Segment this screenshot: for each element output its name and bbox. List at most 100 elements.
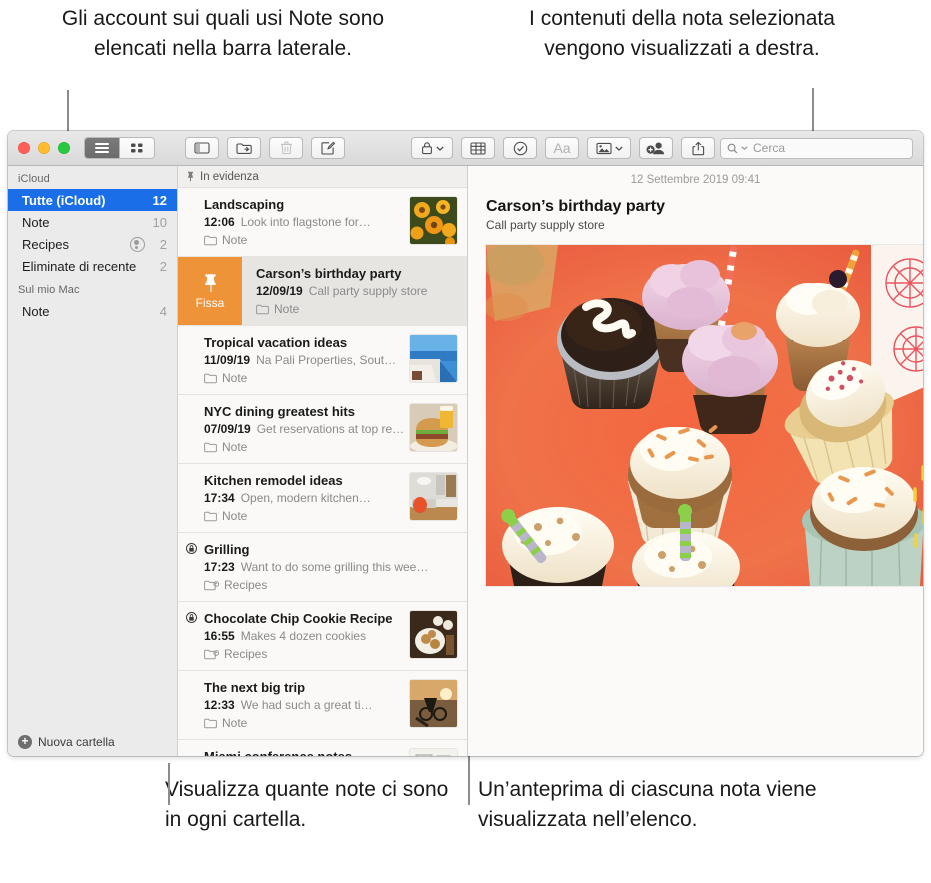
note-item-text: NYC dining greatest hits 07/09/19 Get rese… <box>204 404 410 454</box>
note-item-text: Tropical vacation ideas 11/09/19 Na Pali P… <box>204 335 410 385</box>
zoom-button[interactable] <box>58 142 70 154</box>
note-list-item[interactable]: Grilling 17:23 Want to do some grilling th… <box>178 533 467 602</box>
note-item-meta: 17:23 Want to do some grilling this wee… <box>204 560 451 574</box>
note-detail[interactable]: 12 Settembre 2019 09:41 Carson’s birthda… <box>468 166 923 756</box>
note-list-header: In evidenza <box>178 166 467 188</box>
note-item-date: 17:23 <box>204 560 235 574</box>
folder-icon <box>204 718 217 729</box>
new-folder-button[interactable]: + Nuova cartella <box>18 735 115 749</box>
note-item-text: Kitchen remodel ideas 17:34 Open, modern k… <box>204 473 410 523</box>
sidebar-item-count: 2 <box>159 258 167 274</box>
note-item-preview: Open, modern kitchen… <box>240 491 371 505</box>
sidebar-item-label: Tutte (iCloud) <box>22 192 106 208</box>
format-button[interactable]: Aa <box>545 137 579 159</box>
list-view-button[interactable] <box>85 138 119 158</box>
callout-top-right: I contenuti della nota selezionata vengo… <box>529 7 835 60</box>
move-to-folder-button[interactable] <box>227 137 261 159</box>
note-list-item[interactable]: Kitchen remodel ideas 17:34 Open, modern k… <box>178 464 467 533</box>
note-item-title: Grilling <box>204 542 250 557</box>
checklist-button[interactable] <box>503 137 537 159</box>
add-people-button[interactable] <box>639 137 673 159</box>
insert-media-button[interactable] <box>587 137 631 159</box>
note-list-item[interactable]: Chocolate Chip Cookie Recipe 16:55 Makes 4… <box>178 602 467 671</box>
note-item-date: 11/09/19 <box>204 353 251 367</box>
note-item-meta: 12/09/19 Call party supply store <box>256 284 451 298</box>
sidebar-item-tutte-icloud[interactable]: Tutte (iCloud) 12 <box>8 189 177 211</box>
move-to-folder-icon <box>235 142 253 155</box>
note-list-item[interactable]: Fissa Carson’s birthday party 12/09/19 Call… <box>178 257 467 326</box>
sidebar-item-count: 2 <box>159 236 167 252</box>
folder-icon <box>204 235 217 246</box>
sidebar-item-count: 4 <box>159 303 167 319</box>
close-button[interactable] <box>18 142 30 154</box>
share-button[interactable] <box>681 137 715 159</box>
note-list[interactable]: In evidenza Landscaping 12:06 Look into fl… <box>178 166 468 756</box>
note-item-preview: Look into flagstone for… <box>240 215 371 229</box>
sidebar-item-eliminate-di-recente[interactable]: Eliminate di recente 2 <box>8 255 177 277</box>
minimize-button[interactable] <box>38 142 50 154</box>
note-item-date: 07/09/19 <box>204 422 251 436</box>
sidebar-item-label: Eliminate di recente <box>22 258 137 274</box>
callout-top-left: Gli account sui quali usi Note sono elen… <box>61 7 385 60</box>
note-item-preview: Na Pali Properties, Sout… <box>256 353 397 367</box>
lock-note-button[interactable] <box>411 137 453 159</box>
toggle-sidebar-button[interactable] <box>185 137 219 159</box>
view-mode-segmented-control[interactable] <box>84 137 155 159</box>
folder-icon <box>204 442 217 453</box>
sidebar-icon <box>194 142 210 154</box>
note-list-item[interactable]: NYC dining greatest hits 07/09/19 Get rese… <box>178 395 467 464</box>
note-item-title: Landscaping <box>204 197 285 212</box>
note-detail-photo <box>486 245 923 586</box>
chevron-down-icon <box>741 146 748 150</box>
note-item-text: Chocolate Chip Cookie Recipe 16:55 Makes 4… <box>204 611 410 661</box>
note-item-folder-label: Note <box>222 716 248 730</box>
sidebar-item-label: Note <box>22 303 50 319</box>
folder-icon <box>204 373 217 384</box>
note-item-preview: Call party supply store <box>308 284 428 298</box>
sidebar-section-header: Sul mio Mac <box>18 284 80 296</box>
list-view-icon <box>94 142 110 154</box>
note-item-folder-label: Note <box>222 371 248 385</box>
sidebar-item-recipes[interactable]: Recipes 2 <box>8 233 177 255</box>
note-item-folder: Note <box>204 440 404 454</box>
note-item-thumbnail <box>410 611 457 658</box>
note-detail-title: Carson’s birthday party <box>486 198 666 215</box>
insert-table-button[interactable] <box>461 137 495 159</box>
sidebar-item-count: 12 <box>152 192 167 208</box>
sidebar-item-note[interactable]: Note 10 <box>8 211 177 233</box>
sidebar-item-note[interactable]: Note 4 <box>8 300 177 322</box>
sidebar: iCloud Tutte (iCloud) 12 Note 10 Recipes 2 Elim… <box>8 166 178 756</box>
search-input[interactable]: Cerca <box>720 137 913 159</box>
compose-note-button[interactable] <box>311 137 345 159</box>
note-item-folder-label: Note <box>222 233 248 247</box>
note-item-folder-label: Note <box>222 509 248 523</box>
callout-bottom-right: Un’anteprima di ciascuna nota viene visu… <box>478 778 817 831</box>
note-item-title: Tropical vacation ideas <box>204 335 348 350</box>
window-controls[interactable] <box>8 142 70 154</box>
leader-line-bottom-left-vertical <box>168 763 170 805</box>
notes-window: Aa Cerca iCloud Tutte (iCloud) 12 Note 1… <box>8 131 923 756</box>
note-list-item[interactable]: Tropical vacation ideas 11/09/19 Na Pali P… <box>178 326 467 395</box>
note-list-item[interactable]: The next big trip 12:33 We had such a grea… <box>178 671 467 740</box>
delete-note-button[interactable] <box>269 137 303 159</box>
cupcakes-photo <box>486 245 923 586</box>
pin-note-action[interactable]: Fissa <box>178 257 242 325</box>
trash-icon <box>280 141 293 155</box>
note-detail-date: 12 Settembre 2019 09:41 <box>630 174 761 186</box>
shared-folder-icon <box>130 236 145 252</box>
note-list-item[interactable]: Miami conference notes12:21Sales in emer… <box>178 740 467 756</box>
pin-icon <box>202 273 219 293</box>
note-item-folder-label: Recipes <box>224 578 268 592</box>
note-item-meta: 07/09/19 Get reservations at top re… <box>204 422 404 436</box>
locked-note-icon <box>186 543 197 554</box>
note-item-text: Carson’s birthday party 12/09/19 Call part… <box>256 266 457 316</box>
grid-view-button[interactable] <box>119 138 154 158</box>
note-item-thumbnail <box>410 335 457 382</box>
note-list-item[interactable]: Landscaping 12:06 Look into flagstone for…… <box>178 188 467 257</box>
note-item-preview: We had such a great ti… <box>240 698 373 712</box>
sidebar-section-header: iCloud <box>18 173 50 185</box>
note-item-thumbnail <box>410 404 457 451</box>
note-item-folder: Recipes <box>204 578 451 592</box>
note-item-folder-label: Note <box>222 440 248 454</box>
callout-bottom-left: Visualizza quante note ci sono in ogni c… <box>165 778 449 831</box>
